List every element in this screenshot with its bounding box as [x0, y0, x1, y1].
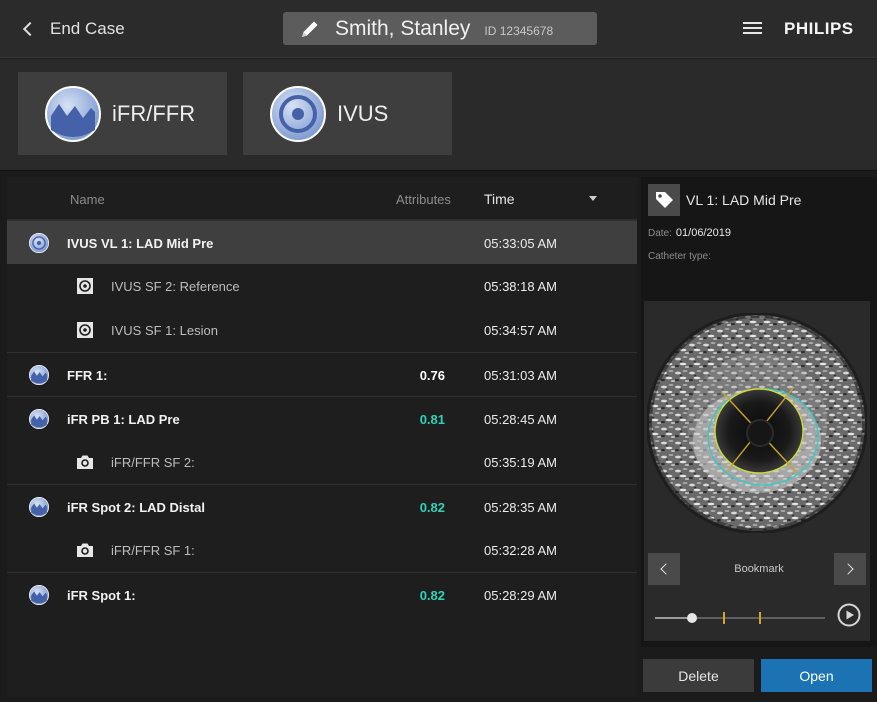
list-item[interactable]: iFR Spot 2: LAD Distal 0.82 05:28:35 AM [7, 484, 637, 528]
row-name: iFR/FFR SF 2: [111, 455, 195, 470]
row-time: 05:28:29 AM [484, 588, 557, 603]
row-name: IVUS SF 1: Lesion [111, 323, 218, 338]
next-bookmark-button[interactable] [834, 553, 866, 585]
catheter-row: Catheter type: [648, 250, 715, 262]
date-label: Date: [648, 228, 672, 239]
list-item[interactable]: iFR Spot 1: 0.82 05:28:29 AM [7, 572, 637, 616]
hamburger-menu-icon[interactable] [743, 22, 762, 36]
camera-icon [75, 452, 95, 472]
column-time[interactable]: Time [484, 191, 515, 207]
row-name: IVUS SF 2: Reference [111, 279, 240, 294]
pencil-icon [302, 21, 318, 37]
list-item[interactable]: IVUS VL 1: LAD Mid Pre 05:33:05 AM [7, 220, 637, 264]
pressure-wave-icon [29, 497, 49, 517]
row-name: iFR Spot 1: [67, 588, 136, 603]
ivus-preview-frame: Bookmark [644, 301, 870, 641]
row-name: FFR 1: [67, 368, 108, 383]
pressure-wave-icon [29, 365, 49, 385]
recordings-list: Name Attributes Time IVUS VL 1: LAD Mid … [7, 177, 637, 697]
row-time: 05:33:05 AM [484, 236, 557, 251]
list-subitem[interactable]: IVUS SF 1: Lesion 05:34:57 AM [7, 308, 637, 352]
bookmark-marker[interactable] [758, 612, 761, 624]
patient-field[interactable]: Smith, Stanley ID 12345678 [283, 12, 597, 45]
snapshot-frame-icon [75, 320, 95, 340]
preview-panel: VL 1: LAD Mid Pre Date: 01/06/2019 Cathet… [641, 177, 877, 647]
patient-name: Smith, Stanley [335, 16, 471, 40]
row-time: 05:28:35 AM [484, 500, 557, 515]
column-name: Name [70, 192, 105, 207]
top-header: End Case Smith, Stanley ID 12345678 PHIL… [0, 0, 877, 58]
ivus-target-icon [270, 86, 326, 142]
playback-scrubber[interactable] [655, 612, 827, 624]
chevron-left-icon [18, 18, 40, 40]
ivus-target-icon [29, 233, 49, 253]
sort-caret-icon[interactable] [589, 196, 597, 201]
row-value: 0.76 [419, 368, 445, 383]
row-time: 05:34:57 AM [484, 323, 557, 338]
list-item[interactable]: FFR 1: 0.76 05:31:03 AM [7, 352, 637, 396]
tag-icon [656, 192, 673, 208]
mode-label: IVUS [337, 100, 389, 126]
date-row: Date: 01/06/2019 [648, 227, 731, 239]
list-subitem[interactable]: iFR/FFR SF 1: 05:32:28 AM [7, 528, 637, 572]
mode-label: iFR/FFR [112, 100, 196, 126]
row-name: iFR PB 1: LAD Pre [67, 412, 180, 427]
row-time: 05:28:45 AM [484, 412, 557, 427]
date-value: 01/06/2019 [675, 227, 731, 239]
list-header: Name Attributes Time [7, 177, 637, 220]
row-time: 05:38:18 AM [484, 279, 557, 294]
previous-bookmark-button[interactable] [648, 553, 680, 585]
play-icon[interactable] [837, 603, 861, 627]
brand-logo: PHILIPS [784, 19, 854, 38]
list-item[interactable]: iFR PB 1: LAD Pre 0.81 05:28:45 AM [7, 396, 637, 440]
list-subitem[interactable]: iFR/FFR SF 2: 05:35:19 AM [7, 440, 637, 484]
bookmark-label: Bookmark [734, 563, 784, 575]
scrubber-thumb[interactable] [687, 613, 698, 623]
column-attributes: Attributes [396, 192, 451, 207]
row-name: iFR Spot 2: LAD Distal [67, 500, 205, 515]
open-button[interactable]: Open [761, 659, 872, 692]
row-value: 0.82 [419, 588, 445, 603]
row-name: iFR/FFR SF 1: [111, 543, 195, 558]
preview-title: VL 1: LAD Mid Pre [686, 192, 802, 208]
row-time: 05:35:19 AM [484, 455, 557, 470]
pressure-wave-icon [45, 86, 101, 142]
list-rows: IVUS VL 1: LAD Mid Pre 05:33:05 AM IVUS SF… [7, 220, 637, 616]
pressure-wave-icon [29, 409, 49, 429]
camera-icon [75, 540, 95, 560]
ivus-mode-button[interactable]: IVUS [243, 72, 452, 155]
row-name: IVUS VL 1: LAD Mid Pre [67, 236, 214, 251]
row-value: 0.82 [419, 500, 445, 515]
snapshot-frame-icon [75, 276, 95, 296]
patient-id: ID 12345678 [484, 24, 554, 38]
pressure-wave-icon [29, 585, 49, 605]
tag-button[interactable] [648, 184, 680, 216]
end-case-button[interactable]: End Case [18, 14, 125, 44]
ivus-image [647, 313, 867, 533]
row-time: 05:31:03 AM [484, 368, 557, 383]
delete-button[interactable]: Delete [643, 659, 754, 692]
end-case-label: End Case [50, 19, 125, 38]
ifr-ffr-mode-button[interactable]: iFR/FFR [18, 72, 227, 155]
bookmark-marker[interactable] [723, 612, 725, 624]
row-value: 0.81 [419, 412, 445, 427]
row-time: 05:32:28 AM [484, 543, 557, 558]
mode-bar: iFR/FFR IVUS [0, 59, 877, 171]
list-subitem[interactable]: IVUS SF 2: Reference 05:38:18 AM [7, 264, 637, 308]
catheter-label: Catheter type: [648, 251, 711, 262]
